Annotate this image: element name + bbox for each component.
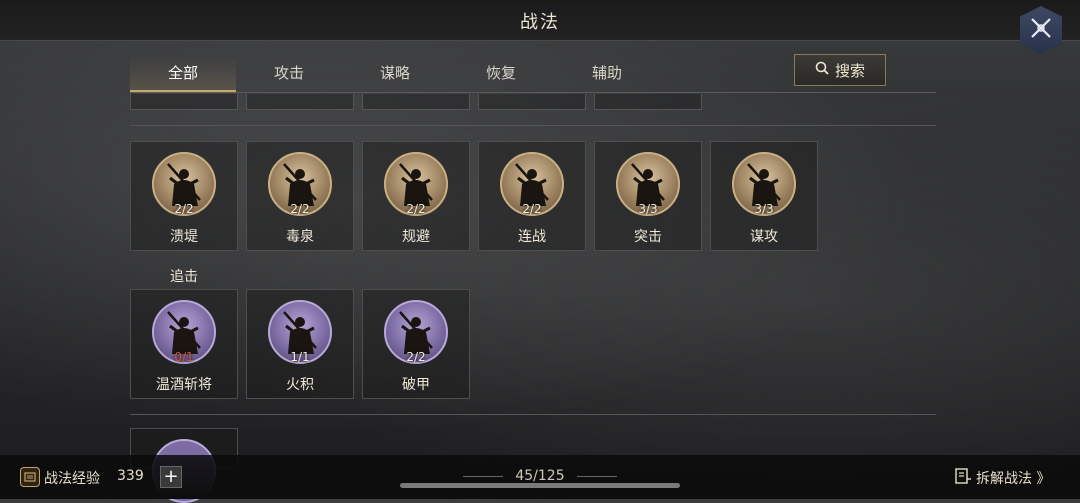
skill-card[interactable]: 0/1 温酒斩将	[130, 289, 238, 399]
skill-card[interactable]: 2/2 毒泉	[246, 141, 354, 251]
skill-count: 2/2	[174, 202, 194, 216]
skill-count: 2/2	[406, 350, 426, 364]
skill-card-clipped[interactable]	[362, 94, 470, 110]
skill-card[interactable]: 1/1 火积	[246, 289, 354, 399]
skill-name: 火积	[286, 377, 314, 393]
xp-label: 战法经验	[44, 471, 100, 487]
tab-support[interactable]: 辅助	[554, 56, 660, 90]
skill-card-clipped[interactable]	[130, 94, 238, 110]
decompose-icon	[954, 467, 972, 489]
skill-card-clipped[interactable]	[594, 94, 702, 110]
skill-name: 连战	[518, 229, 546, 245]
skill-card[interactable]: 3/3 谋攻	[710, 141, 818, 251]
decompose-button[interactable]: 拆解战法 》	[954, 467, 1050, 489]
tab-all[interactable]: 全部	[130, 56, 236, 92]
skill-count: 3/3	[638, 202, 658, 216]
add-xp-button[interactable]: +	[160, 466, 182, 488]
skill-name: 突击	[634, 229, 662, 245]
skill-name: 规避	[402, 229, 430, 245]
xp-scroll-icon	[20, 467, 40, 487]
tab-attack[interactable]: 攻击	[236, 56, 342, 90]
skill-count: 2/2	[290, 202, 310, 216]
search-icon	[815, 61, 829, 79]
skill-card[interactable]: 2/2 规避	[362, 141, 470, 251]
scrolled-row	[0, 94, 1080, 112]
skill-card-clipped[interactable]	[478, 94, 586, 110]
skill-name: 溃堤	[170, 229, 198, 245]
skill-card[interactable]: 2/2 溃堤	[130, 141, 238, 251]
page-title: 战法	[520, 12, 560, 33]
decompose-label: 拆解战法 》	[976, 471, 1051, 487]
top-bar: 战法	[0, 0, 1080, 41]
bottom-bar: 战法经验 339 + 45/125 拆解战法 》	[0, 455, 1080, 499]
skill-card[interactable]: 3/3 突击	[594, 141, 702, 251]
crossed-swords-icon	[1028, 15, 1054, 45]
section-label-pursuit: 追击	[170, 269, 198, 285]
tab-recovery[interactable]: 恢复	[448, 56, 554, 90]
skill-card-clipped[interactable]	[246, 94, 354, 110]
tabs-divider	[130, 92, 936, 93]
xp-value: 339	[117, 468, 144, 484]
skill-count: 2/2	[522, 202, 542, 216]
counter-divider-right	[577, 476, 617, 477]
scrollbar[interactable]	[400, 483, 680, 488]
skill-name: 破甲	[402, 377, 430, 393]
skill-count: 3/3	[754, 202, 774, 216]
skill-count: 2/2	[406, 202, 426, 216]
tab-strategy[interactable]: 谋略	[342, 56, 448, 90]
skill-count: 0/1	[174, 350, 194, 364]
search-label: 搜索	[834, 61, 865, 80]
plus-icon: +	[163, 466, 179, 487]
skill-name: 谋攻	[750, 229, 778, 245]
skill-name: 毒泉	[286, 229, 314, 245]
section-divider	[130, 414, 936, 415]
skill-count: 45/125	[515, 468, 565, 484]
skill-card[interactable]: 2/2 破甲	[362, 289, 470, 399]
section-divider	[130, 125, 936, 126]
search-button[interactable]: 搜索	[794, 54, 886, 86]
skill-card[interactable]: 2/2 连战	[478, 141, 586, 251]
skill-count: 1/1	[290, 350, 310, 364]
skill-name: 温酒斩将	[156, 377, 212, 393]
